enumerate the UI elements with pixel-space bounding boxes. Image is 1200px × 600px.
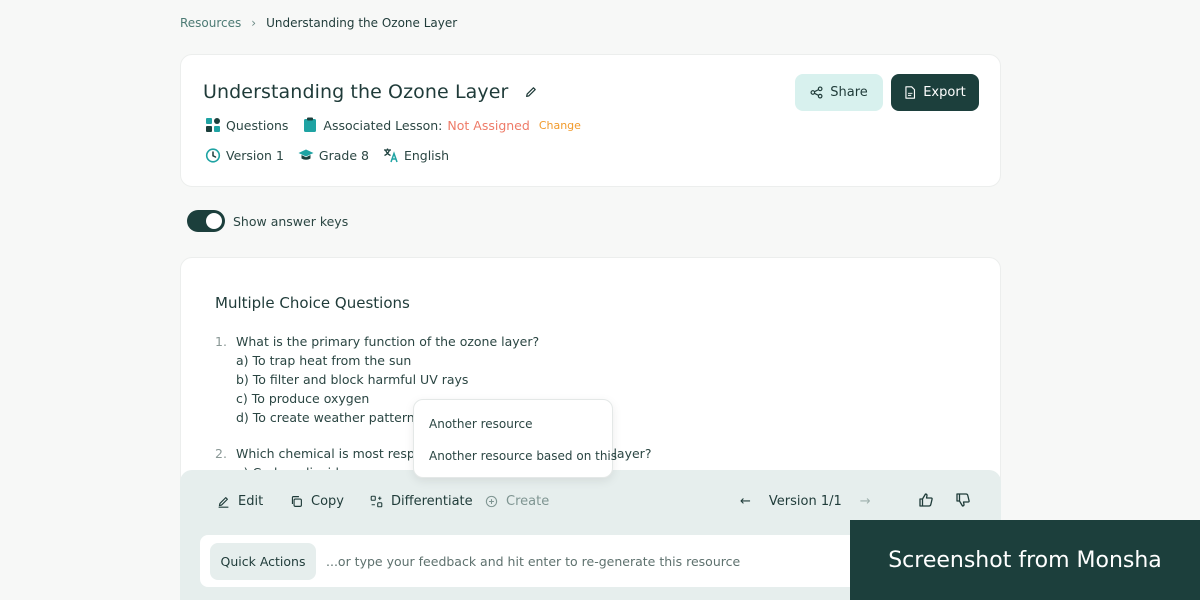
grade-label: Grade 8 xyxy=(318,147,369,163)
breadcrumb-resources-link[interactable]: Resources xyxy=(180,16,241,30)
export-button-label: Export xyxy=(923,85,966,100)
section-title: Multiple Choice Questions xyxy=(215,294,410,312)
translate-icon xyxy=(383,148,398,163)
page-title: Understanding the Ozone Layer xyxy=(203,81,509,103)
menu-item-another-resource[interactable]: Another resource xyxy=(429,417,533,431)
edit-icon xyxy=(218,497,229,508)
feedback-input[interactable] xyxy=(326,553,846,569)
change-lesson-link[interactable]: Change xyxy=(539,119,581,132)
answer-option: a) To trap heat from the sun xyxy=(236,353,412,368)
pencil-edit-icon[interactable] xyxy=(524,85,538,99)
answer-keys-toggle[interactable] xyxy=(187,210,225,232)
chevron-right-icon: › xyxy=(251,16,257,30)
breadcrumb-current: Understanding the Ozone Layer xyxy=(266,16,458,30)
copy-label: Copy xyxy=(311,494,344,509)
document-icon xyxy=(905,86,916,99)
differentiate-button[interactable]: Differentiate xyxy=(370,494,473,509)
answer-keys-label: Show answer keys xyxy=(233,213,349,229)
share-button-label: Share xyxy=(830,85,868,100)
thumbs-down-icon[interactable] xyxy=(955,492,971,508)
menu-item-another-resource-based[interactable]: Another resource based on this xyxy=(429,449,617,463)
answer-keys-toggle-row: Show answer keys xyxy=(187,210,348,232)
version-label: Version 1 xyxy=(226,147,284,163)
watermark-banner: Screenshot from Monsha xyxy=(850,520,1200,600)
meta-row-primary: Questions Associated Lesson: Not Assigne… xyxy=(205,117,587,133)
answer-option: b) To filter and block harmful UV rays xyxy=(236,372,469,387)
question-number: 1. xyxy=(215,334,227,349)
clock-history-icon xyxy=(205,148,221,163)
differentiate-icon xyxy=(370,495,383,508)
lesson-label: Associated Lesson: xyxy=(323,117,443,133)
version-navigator: ← Version 1/1 → xyxy=(740,494,871,509)
meta-row-secondary: Version 1 Grade 8 English xyxy=(205,147,455,163)
grade-meta: Grade 8 xyxy=(298,147,369,163)
share-button[interactable]: Share xyxy=(795,74,883,111)
thumbs-up-icon[interactable] xyxy=(918,492,934,508)
language-label: English xyxy=(403,147,450,163)
quick-actions-button[interactable]: Quick Actions xyxy=(210,542,316,580)
version-meta: Version 1 xyxy=(205,147,284,163)
questions-meta: Questions xyxy=(205,117,288,133)
language-meta: English xyxy=(383,147,449,163)
questions-grid-icon xyxy=(206,118,220,132)
differentiate-label: Differentiate xyxy=(391,494,473,509)
export-button[interactable]: Export xyxy=(891,74,979,111)
edit-label: Edit xyxy=(238,494,264,509)
arrow-left-icon[interactable]: ← xyxy=(740,494,751,509)
arrow-right-icon[interactable]: → xyxy=(860,494,871,509)
copy-icon xyxy=(291,496,302,507)
create-label: Create xyxy=(506,494,550,509)
lesson-meta: Associated Lesson: Not Assigned Change xyxy=(302,117,581,133)
copy-button[interactable]: Copy xyxy=(290,494,344,509)
plus-circle-icon xyxy=(485,495,498,508)
version-indicator: Version 1/1 xyxy=(768,494,842,509)
breadcrumb: Resources › Understanding the Ozone Laye… xyxy=(180,16,457,30)
create-dropdown-menu: Another resource Another resource based … xyxy=(413,399,617,478)
lesson-status: Not Assigned xyxy=(447,117,530,133)
share-icon xyxy=(810,86,823,99)
create-button[interactable]: Create xyxy=(485,494,549,509)
questions-label: Questions xyxy=(226,117,289,133)
resource-header-card: Understanding the Ozone Layer Questions … xyxy=(180,54,1001,187)
toggle-knob xyxy=(206,213,222,229)
graduation-cap-icon xyxy=(298,149,314,160)
edit-button[interactable]: Edit xyxy=(217,494,263,509)
clipboard-icon xyxy=(304,117,317,132)
question-text: What is the primary function of the ozon… xyxy=(236,334,540,349)
